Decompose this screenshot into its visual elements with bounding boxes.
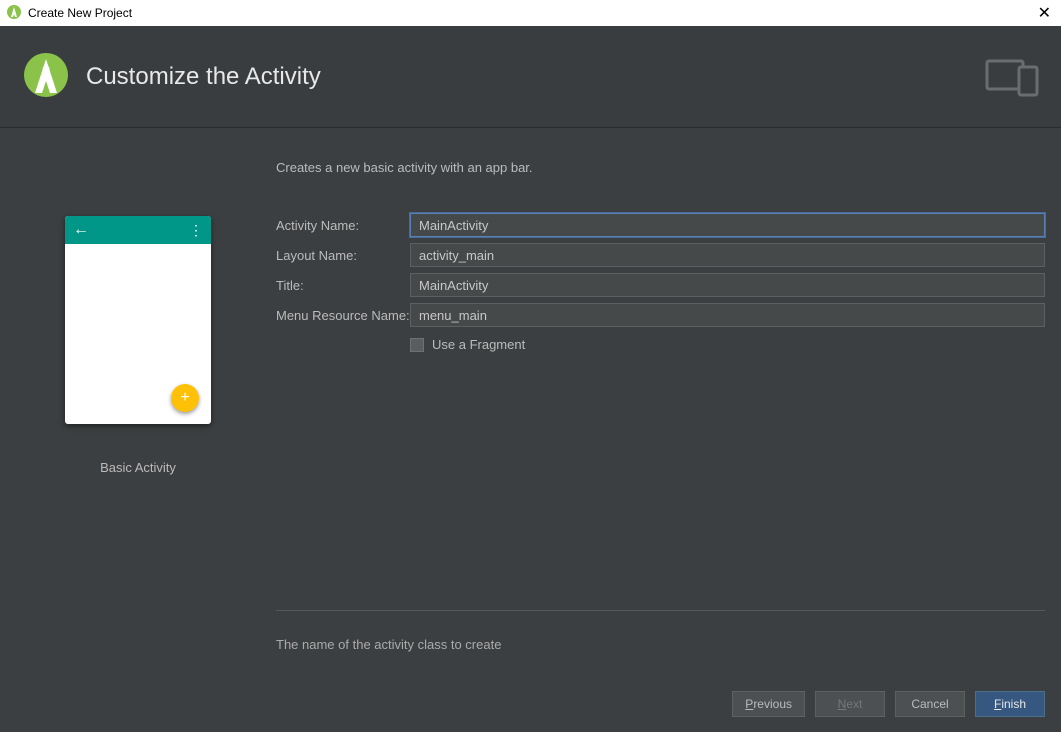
page-title: Customize the Activity: [86, 63, 321, 91]
preview-appbar: ← ⋮: [65, 216, 211, 244]
activity-name-input[interactable]: [410, 213, 1045, 237]
menu-resource-input[interactable]: [410, 303, 1045, 327]
form-factor-icon: [985, 57, 1041, 97]
wizard-content: ← ⋮ + Basic Activity Creates a new basic…: [0, 128, 1061, 676]
activity-preview: ← ⋮ +: [65, 216, 211, 424]
form-column: Creates a new basic activity with an app…: [276, 128, 1061, 676]
preview-column: ← ⋮ + Basic Activity: [0, 128, 276, 676]
overflow-menu-icon: ⋮: [189, 223, 203, 237]
finish-button[interactable]: Finish: [975, 691, 1045, 717]
title-input[interactable]: [410, 273, 1045, 297]
activity-description: Creates a new basic activity with an app…: [276, 160, 1045, 175]
next-button: Next: [815, 691, 885, 717]
layout-name-label: Layout Name:: [276, 248, 410, 263]
wizard-header: Customize the Activity: [0, 26, 1061, 128]
menu-resource-label: Menu Resource Name:: [276, 308, 410, 323]
title-label: Title:: [276, 278, 410, 293]
cancel-button[interactable]: Cancel: [895, 691, 965, 717]
layout-name-input[interactable]: [410, 243, 1045, 267]
preview-caption: Basic Activity: [100, 460, 176, 475]
field-hint: The name of the activity class to create: [276, 637, 1045, 652]
use-fragment-label: Use a Fragment: [432, 337, 525, 352]
divider: [276, 610, 1045, 611]
previous-button[interactable]: Previous: [732, 691, 805, 717]
use-fragment-checkbox[interactable]: [410, 338, 424, 352]
activity-name-label: Activity Name:: [276, 218, 410, 233]
wizard-footer: Previous Next Cancel Finish: [0, 676, 1061, 732]
back-arrow-icon: ←: [73, 222, 89, 238]
window-titlebar: Create New Project ✕: [0, 0, 1061, 26]
android-studio-icon: [6, 4, 22, 23]
close-button[interactable]: ✕: [1034, 3, 1055, 23]
window-title: Create New Project: [28, 6, 132, 20]
fab-icon: +: [171, 384, 199, 412]
android-studio-logo-icon: [20, 49, 72, 104]
